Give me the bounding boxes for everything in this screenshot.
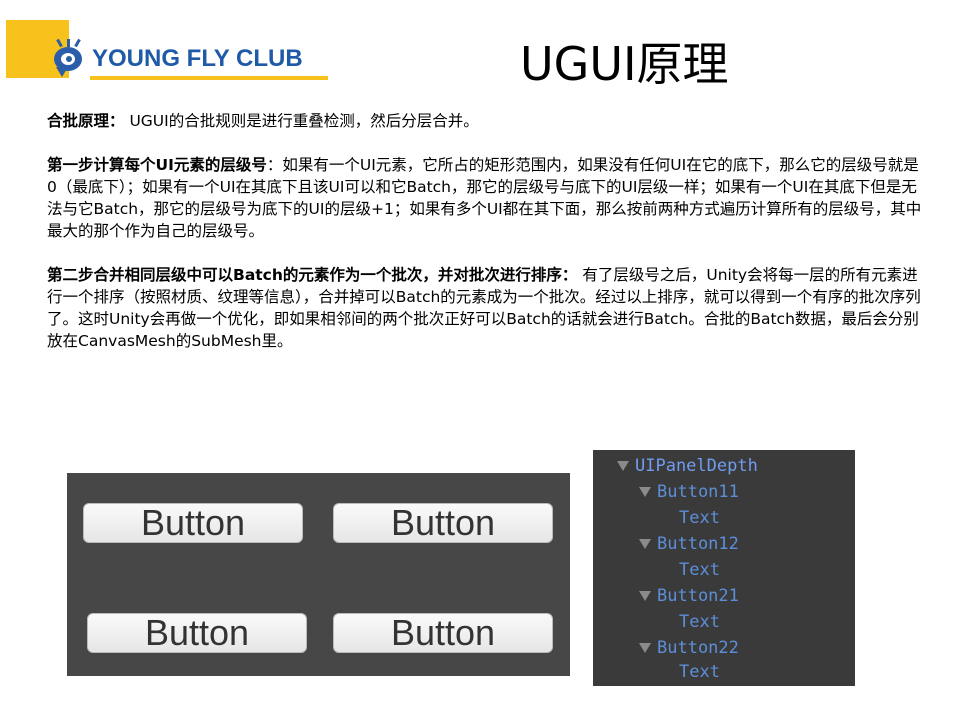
hierarchy-item-label: Button11 <box>657 482 739 502</box>
expand-triangle-icon[interactable] <box>639 487 651 497</box>
paragraph-step-two: 第二步合并相同层级中可以Batch的元素作为一个批次，并对批次进行排序： 有了层… <box>47 264 927 352</box>
ui-button-21[interactable]: Button <box>87 612 307 653</box>
ui-button-22[interactable]: Button <box>333 612 553 653</box>
expand-triangle-icon[interactable] <box>639 643 651 653</box>
hierarchy-item-label: UIPanelDepth <box>635 456 758 476</box>
hierarchy-item-label: Text <box>679 508 720 528</box>
logo-underline <box>90 76 328 80</box>
hierarchy-item-label: Button12 <box>657 534 739 554</box>
paragraph-text: UGUI的合批规则是进行重叠检测，然后分层合并。 <box>124 112 479 130</box>
paragraph-heading: 第二步合并相同层级中可以Batch的元素作为一个批次，并对批次进行排序： <box>47 266 578 284</box>
expand-triangle-icon[interactable] <box>639 539 651 549</box>
hierarchy-item-button12[interactable]: Button12 <box>639 532 739 556</box>
hierarchy-panel: UIPanelDepth Button11 Text Button12 Text… <box>593 450 855 686</box>
logo-text: YOUNG FLY CLUB <box>92 45 303 72</box>
eye-bubble-icon <box>52 38 86 79</box>
hierarchy-item-label: Text <box>679 662 720 682</box>
hierarchy-root[interactable]: UIPanelDepth <box>617 454 758 478</box>
hierarchy-item-label: Button22 <box>657 638 739 658</box>
hierarchy-item-text[interactable]: Text <box>679 506 720 530</box>
paragraph-batching-principle: 合批原理： UGUI的合批规则是进行重叠检测，然后分层合并。 <box>47 110 927 132</box>
hierarchy-item-label: Text <box>679 560 720 580</box>
hierarchy-item-text[interactable]: Text <box>679 610 720 634</box>
hierarchy-item-button11[interactable]: Button11 <box>639 480 739 504</box>
paragraph-heading: 第一步计算每个UI元素的层级号 <box>47 156 267 174</box>
hierarchy-item-text[interactable]: Text <box>679 660 720 684</box>
hierarchy-item-button21[interactable]: Button21 <box>639 584 739 608</box>
ui-button-11[interactable]: Button <box>83 502 303 543</box>
scene-view-screenshot: Button Button Button Button <box>67 473 570 676</box>
page-title: UGUI原理 <box>520 37 729 91</box>
hierarchy-item-button22[interactable]: Button22 <box>639 636 739 660</box>
hierarchy-item-text[interactable]: Text <box>679 558 720 582</box>
paragraph-heading: 合批原理： <box>47 112 125 130</box>
ui-button-12[interactable]: Button <box>333 502 553 543</box>
logo: YOUNG FLY CLUB <box>52 38 332 80</box>
hierarchy-item-label: Button21 <box>657 586 739 606</box>
paragraph-step-one: 第一步计算每个UI元素的层级号：如果有一个UI元素，它所占的矩形范围内，如果没有… <box>47 154 927 242</box>
hierarchy-item-label: Text <box>679 612 720 632</box>
expand-triangle-icon[interactable] <box>617 461 629 471</box>
content-body: 合批原理： UGUI的合批规则是进行重叠检测，然后分层合并。 第一步计算每个UI… <box>47 110 927 374</box>
expand-triangle-icon[interactable] <box>639 591 651 601</box>
